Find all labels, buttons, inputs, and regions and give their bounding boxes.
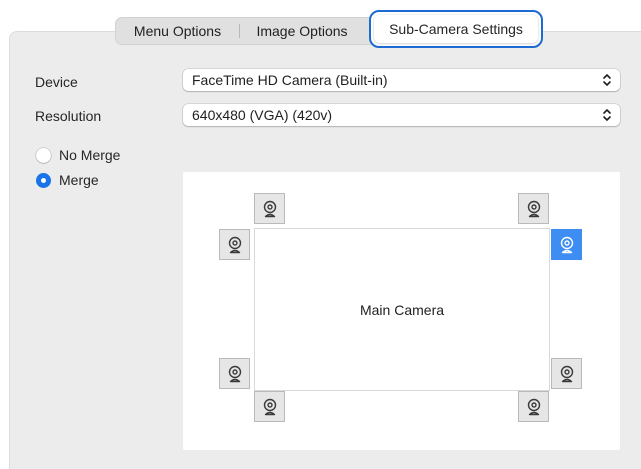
webcam-icon: [263, 200, 276, 217]
tab-sub-camera-settings-label: Sub-Camera Settings: [389, 21, 523, 37]
radio-no-merge-dot: [36, 147, 51, 163]
resolution-label: Resolution: [35, 108, 102, 124]
webcam-icon: [527, 398, 540, 415]
tab-sub-camera-settings[interactable]: Sub-Camera Settings: [369, 10, 543, 48]
device-popup-value: FaceTime HD Camera (Built-in): [192, 72, 388, 88]
main-camera-label: Main Camera: [359, 301, 445, 318]
radio-merge[interactable]: Merge: [36, 172, 99, 188]
sub-camera-right-bottom-button[interactable]: [551, 358, 582, 389]
resolution-popup[interactable]: 640x480 (VGA) (420v): [183, 104, 620, 126]
device-label: Device: [35, 74, 78, 90]
radio-no-merge[interactable]: No Merge: [36, 147, 120, 163]
resolution-popup-value: 640x480 (VGA) (420v): [192, 107, 333, 123]
webcam-icon: [228, 236, 241, 253]
webcam-icon: [228, 365, 241, 382]
sub-camera-right-top-button[interactable]: [551, 229, 582, 260]
sub-camera-settings-window: Menu Options Image Options Sub-Camera Se…: [0, 0, 641, 469]
sub-camera-bottom-right-button[interactable]: [518, 391, 549, 422]
main-camera-area: Main Camera: [254, 228, 550, 391]
radio-merge-label: Merge: [59, 172, 99, 188]
chevron-up-down-icon: [603, 109, 611, 121]
tab-image-options[interactable]: Image Options: [240, 18, 364, 44]
tab-sub-camera-settings-inner: Sub-Camera Settings: [374, 15, 538, 43]
webcam-icon: [527, 200, 540, 217]
sub-camera-bottom-left-button[interactable]: [254, 391, 285, 422]
webcam-icon: [560, 365, 573, 382]
sub-camera-left-top-button[interactable]: [219, 229, 250, 260]
radio-no-merge-label: No Merge: [59, 147, 121, 163]
tab-menu-options-label: Menu Options: [133, 23, 222, 39]
tab-image-options-label: Image Options: [256, 23, 348, 39]
sub-camera-top-left-button[interactable]: [254, 193, 285, 224]
sub-camera-left-bottom-button[interactable]: [219, 358, 250, 389]
device-popup[interactable]: FaceTime HD Camera (Built-in): [183, 69, 620, 91]
webcam-icon: [263, 398, 276, 415]
sub-camera-top-right-button[interactable]: [518, 193, 549, 224]
tab-menu-options[interactable]: Menu Options: [116, 18, 239, 44]
radio-merge-dot: [36, 172, 51, 188]
webcam-icon: [560, 236, 573, 253]
chevron-up-down-icon: [603, 74, 611, 86]
